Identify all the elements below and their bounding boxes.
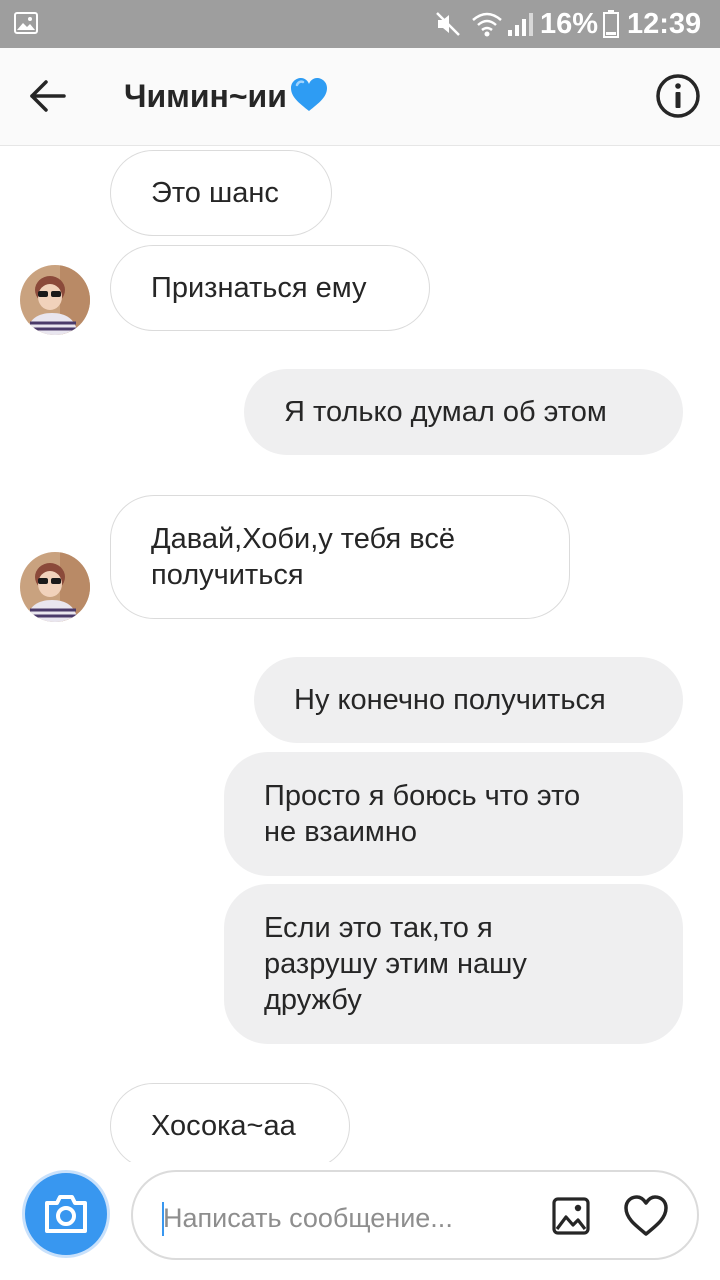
message-text: Ну конечно получиться [294,684,606,716]
message-bubble-incoming: Это шанс [110,150,332,236]
avatar-photo [20,552,90,622]
chat-title[interactable]: Чимин~ии [124,76,329,116]
message-text-line: Просто я боюсь что это [264,780,581,812]
avatar[interactable] [20,265,90,335]
blue-heart-emoji [290,78,327,111]
signal-icon [508,13,533,36]
heart-outline-icon[interactable] [623,1194,669,1238]
battery-icon [603,10,619,38]
message-bubble-outgoing: Просто я боюсь что это не взаимно [224,752,683,876]
camera-button[interactable] [22,1170,110,1258]
chat-title-text: Чимин~ии [124,78,287,114]
message-text-line: дружбу [264,984,362,1016]
message-text-line: разрушу этим нашу [264,948,527,980]
message-bubble-incoming: Хосока~аа [110,1083,350,1162]
info-circle-icon[interactable] [654,72,702,120]
image-icon[interactable] [551,1196,591,1236]
message-input-wrapper[interactable] [131,1170,699,1260]
battery-percent: 16% [540,8,599,40]
chat-header: Чимин~ии [0,48,720,146]
message-text: Хосока~аа [151,1110,296,1142]
message-input[interactable] [163,1196,543,1240]
message-text: Я только думал об этом [284,396,607,428]
message-composer [0,1162,720,1280]
message-text-line: получиться [151,559,304,591]
mute-icon [436,12,460,36]
avatar-photo [20,265,90,335]
message-text-line: Давай,Хоби,у тебя всё [151,523,456,555]
wifi-icon [472,12,502,37]
status-time: 12:39 [627,8,702,40]
message-thread[interactable]: Это шанс Признаться ему Я только думал о… [0,147,720,1162]
message-bubble-outgoing: Если это так,то я разрушу этим нашу друж… [224,884,683,1044]
arrow-left-icon[interactable] [26,74,70,118]
camera-icon [45,1195,87,1233]
message-bubble-outgoing: Ну конечно получиться [254,657,683,743]
message-bubble-outgoing: Я только думал об этом [244,369,683,455]
gallery-notification-icon [14,12,38,34]
message-text: Признаться ему [151,272,367,304]
message-text: Это шанс [151,177,279,209]
message-bubble-incoming: Давай,Хоби,у тебя всё получиться [110,495,570,619]
avatar[interactable] [20,552,90,622]
message-text-line: Если это так,то я [264,912,493,944]
message-text-line: не взаимно [264,816,417,848]
message-bubble-incoming: Признаться ему [110,245,430,331]
status-bar: 16% 12:39 [0,0,720,48]
